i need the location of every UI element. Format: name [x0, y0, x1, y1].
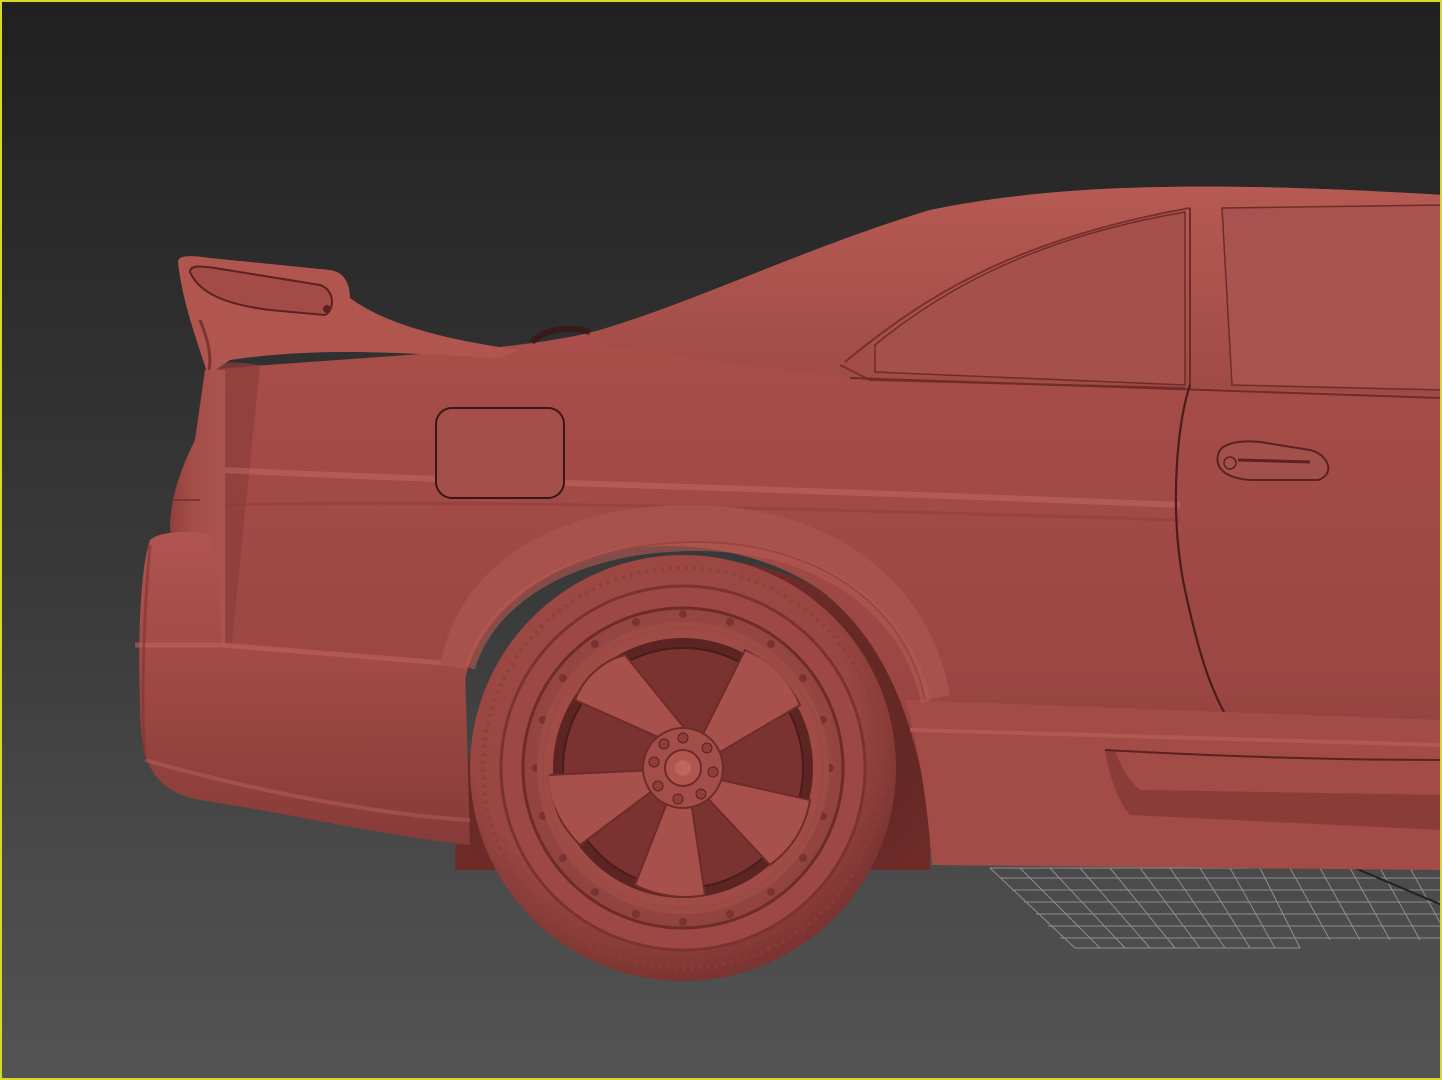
- perspective-viewport[interactable]: [0, 0, 1442, 1080]
- side-skirt: [905, 700, 1442, 870]
- fuel-door: [435, 407, 565, 499]
- rear-wheel: [470, 555, 896, 981]
- ground-grid: [989, 865, 1442, 949]
- door-window: [1221, 204, 1442, 391]
- scene-render[interactable]: [0, 0, 1442, 1080]
